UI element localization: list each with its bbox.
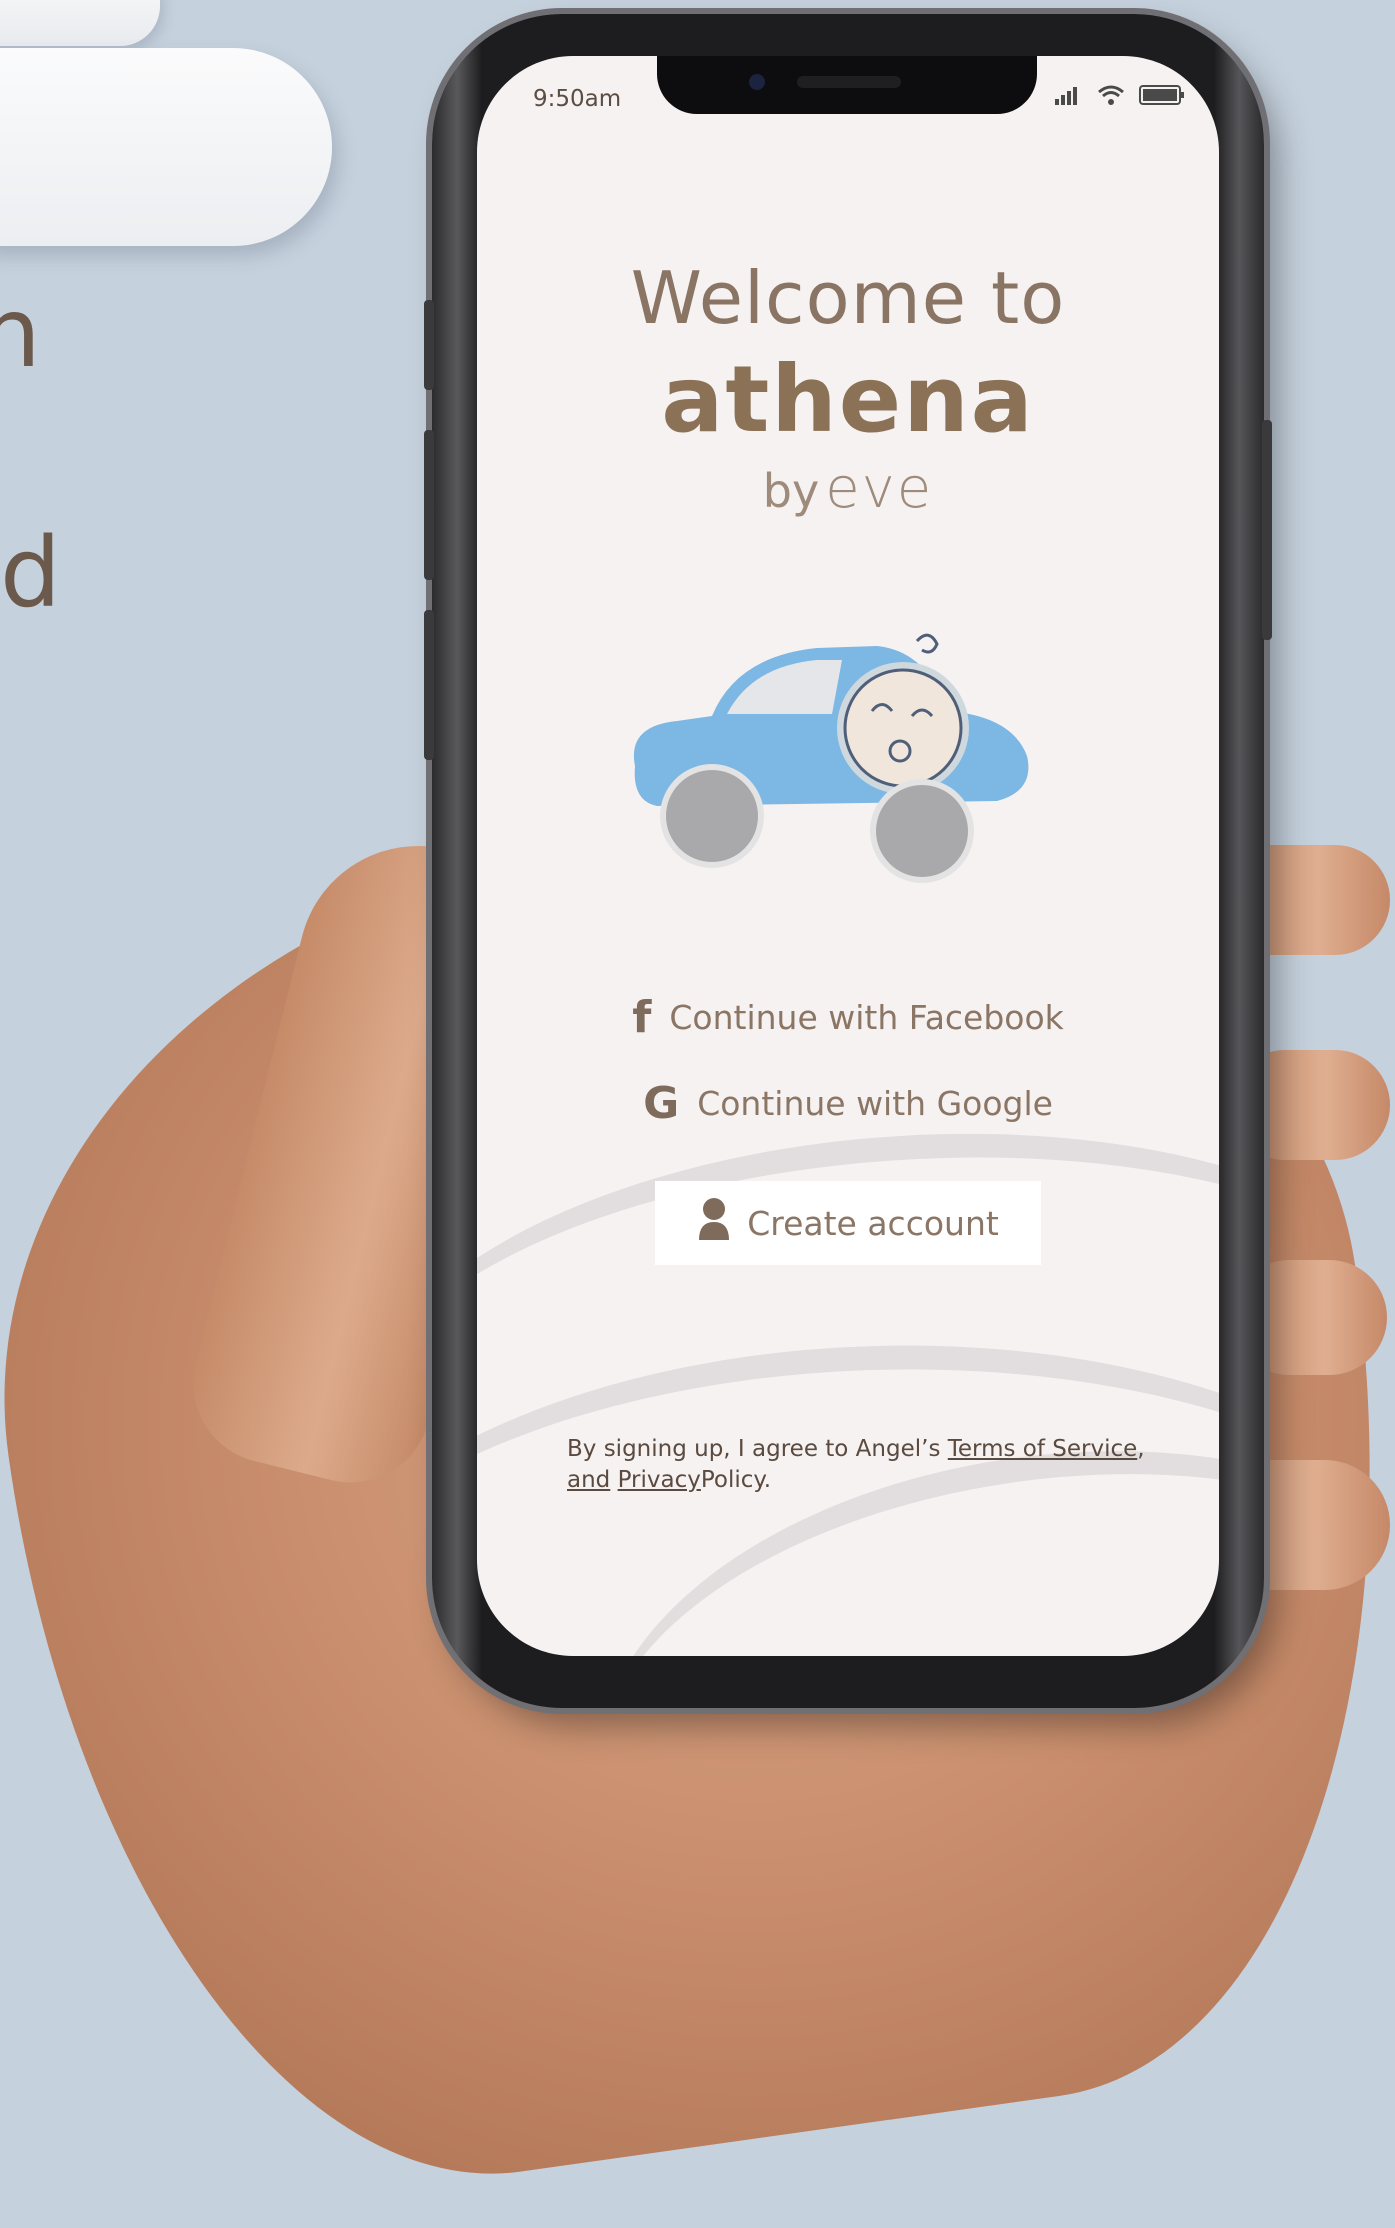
terms-notice: By signing up, I agree to Angel’s Terms … [567, 1434, 1167, 1496]
terms-prefix: By signing up, I agree to Angel’s [567, 1436, 948, 1462]
user-icon [697, 1196, 731, 1250]
continue-facebook-button[interactable]: f Continue with Facebook [477, 992, 1219, 1043]
welcome-heading: Welcome to [630, 256, 1066, 340]
battery-icon [1139, 84, 1185, 110]
phone-screen: 9:50am Welcome to athena by eve f Contin… [477, 56, 1219, 1656]
front-camera [749, 74, 765, 90]
google-icon: G [643, 1078, 680, 1129]
terms-of-service-link[interactable]: Terms of Service [948, 1436, 1138, 1462]
privacy-link[interactable]: Privacy [618, 1467, 701, 1493]
earpiece-speaker [797, 76, 901, 88]
signal-icon [1055, 85, 1083, 109]
phone-power-button [1262, 420, 1272, 640]
phone-volume-up [424, 430, 434, 580]
background-cloud-top [0, 0, 160, 46]
status-icons [1055, 84, 1185, 110]
byline-by: by [762, 464, 820, 518]
continue-google-label: Continue with Google [697, 1084, 1053, 1123]
status-time: 9:50am [533, 86, 622, 112]
byline-eve-logo: eve [825, 456, 934, 521]
brand-byline: by eve [477, 456, 1219, 521]
create-account-button[interactable]: Create account [655, 1181, 1041, 1265]
background-cloud [0, 48, 332, 246]
background-letter-n: n [0, 277, 41, 389]
terms-and: and [567, 1467, 611, 1493]
terms-period: . [763, 1467, 772, 1493]
phone-notch [657, 56, 1037, 114]
terms-policy: Policy [700, 1467, 764, 1493]
background-letter-d: d [0, 517, 61, 629]
facebook-icon: f [632, 992, 652, 1043]
phone-volume-down [424, 610, 434, 760]
brand-name: athena [661, 346, 1035, 453]
baby-car-illustration [633, 633, 1029, 883]
terms-comma: , [1137, 1436, 1145, 1462]
create-account-label: Create account [747, 1203, 999, 1243]
continue-facebook-label: Continue with Facebook [669, 998, 1064, 1037]
continue-google-button[interactable]: G Continue with Google [477, 1078, 1219, 1129]
phone-mute-switch [424, 300, 434, 390]
wifi-icon [1097, 84, 1125, 110]
